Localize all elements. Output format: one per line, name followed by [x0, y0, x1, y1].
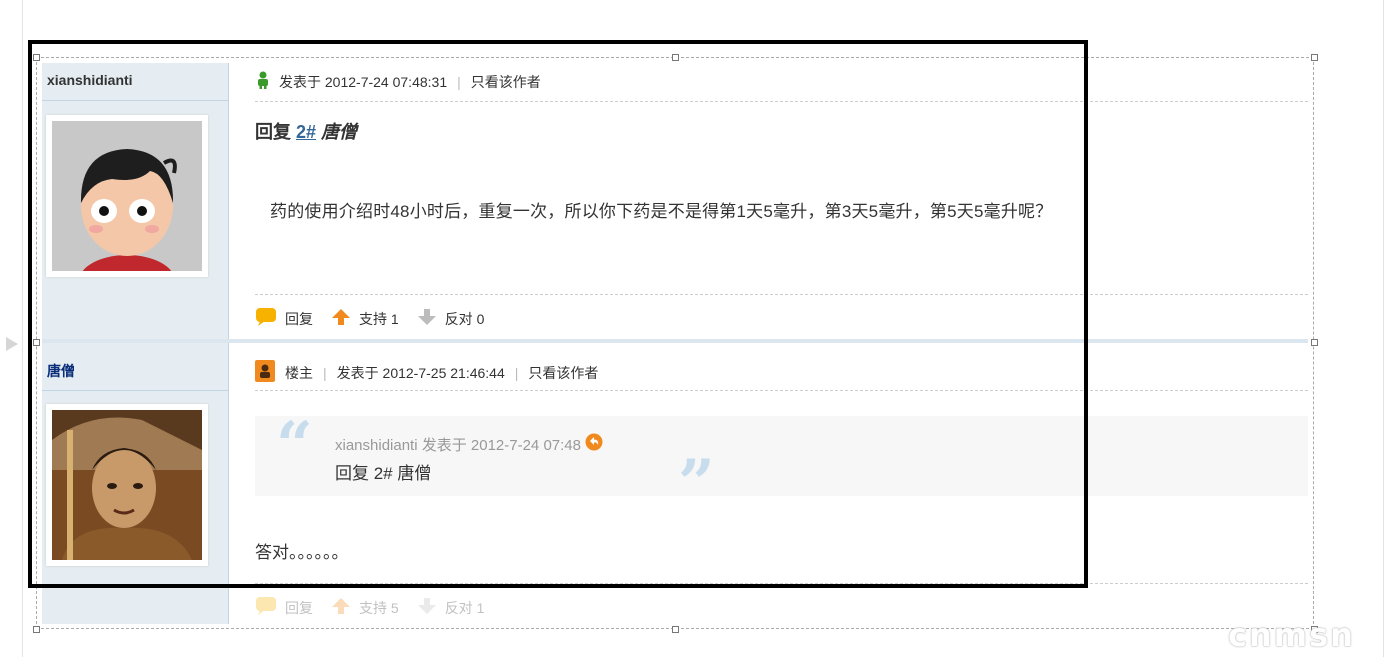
owner-badge: 楼主	[285, 364, 313, 381]
header-divider	[255, 101, 1308, 102]
reply-bubble-icon	[255, 307, 277, 330]
post1-avatar[interactable]	[46, 115, 208, 277]
post1-date: 发表于 2012-7-24 07:48:31	[279, 73, 448, 90]
post2-avatar[interactable]	[46, 404, 208, 566]
post1-view-author-link[interactable]: 只看该作者	[471, 72, 541, 92]
quote-block	[255, 416, 1308, 496]
post2-header: 楼主 | 发表于 2012-7-25 21:46:44 | 只看该作者	[255, 360, 598, 385]
jump-to-post-icon[interactable]	[585, 433, 603, 455]
arrow-down-icon	[417, 596, 437, 619]
reply-bubble-icon	[255, 596, 277, 619]
header-divider	[255, 390, 1308, 391]
resize-handle[interactable]	[1311, 54, 1318, 61]
sidebar-divider	[42, 390, 228, 391]
post2-body: 答对。。。。。。	[255, 543, 349, 562]
post-divider	[42, 339, 1308, 343]
post1-username[interactable]: xianshidianti	[47, 72, 133, 88]
post2-view-author-link[interactable]: 只看该作者	[528, 363, 598, 383]
cartoon-avatar-icon	[52, 121, 202, 271]
post1-header: 发表于 2012-7-24 07:48:31 | 只看该作者	[255, 71, 541, 92]
post1-reply-title: 回复 2# 唐僧	[255, 118, 357, 144]
collapse-arrow-icon[interactable]	[6, 337, 18, 351]
online-user-icon	[255, 71, 271, 92]
separator: |	[457, 73, 461, 90]
resize-handle[interactable]	[672, 54, 679, 61]
support-button[interactable]: 支持 1	[331, 307, 399, 330]
photo-avatar-icon	[52, 410, 202, 560]
post2-actions: 回复 支持 5 反对 1	[255, 596, 502, 619]
close-quote-icon: ”	[678, 446, 715, 521]
resize-handle[interactable]	[672, 626, 679, 633]
actions-divider	[255, 294, 1308, 295]
oppose-button[interactable]: 反对 0	[417, 307, 484, 330]
open-quote-icon: “	[276, 408, 313, 483]
quote-author-date: xianshidianti 发表于 2012-7-24 07:48	[335, 436, 581, 454]
post2-username[interactable]: 唐僧	[47, 361, 75, 381]
reply-floor-link[interactable]: 2#	[296, 122, 316, 142]
separator: |	[323, 364, 327, 381]
reply-button[interactable]: 回复	[255, 307, 313, 330]
page-right-border	[1383, 0, 1384, 657]
watermark: cnmsn	[1228, 616, 1355, 654]
arrow-down-icon	[417, 307, 437, 330]
post2-date: 发表于 2012-7-25 21:46:44	[336, 364, 505, 381]
resize-handle[interactable]	[33, 339, 40, 346]
quote-text: 回复 2# 唐僧	[335, 464, 432, 483]
post1-actions: 回复 支持 1 反对 0	[255, 307, 502, 330]
resize-handle[interactable]	[1311, 339, 1318, 346]
actions-divider	[255, 583, 1308, 584]
arrow-up-icon	[331, 596, 351, 619]
oppose-button[interactable]: 反对 1	[417, 596, 484, 619]
support-button[interactable]: 支持 5	[331, 596, 399, 619]
page-left-border	[22, 0, 23, 657]
resize-handle[interactable]	[33, 54, 40, 61]
reply-prefix: 回复	[255, 122, 291, 142]
post1-body: 药的使用介绍时48小时后，重复一次，所以你下药是不是得第1天5毫升，第3天5毫升…	[270, 202, 1053, 221]
resize-handle[interactable]	[33, 626, 40, 633]
quote-meta: xianshidianti 发表于 2012-7-24 07:48	[335, 433, 603, 455]
arrow-up-icon	[331, 307, 351, 330]
reply-button[interactable]: 回复	[255, 596, 313, 619]
thread-owner-icon	[255, 360, 275, 385]
sidebar-divider	[42, 100, 228, 101]
separator: |	[514, 364, 519, 381]
reply-username: 唐僧	[321, 122, 358, 142]
